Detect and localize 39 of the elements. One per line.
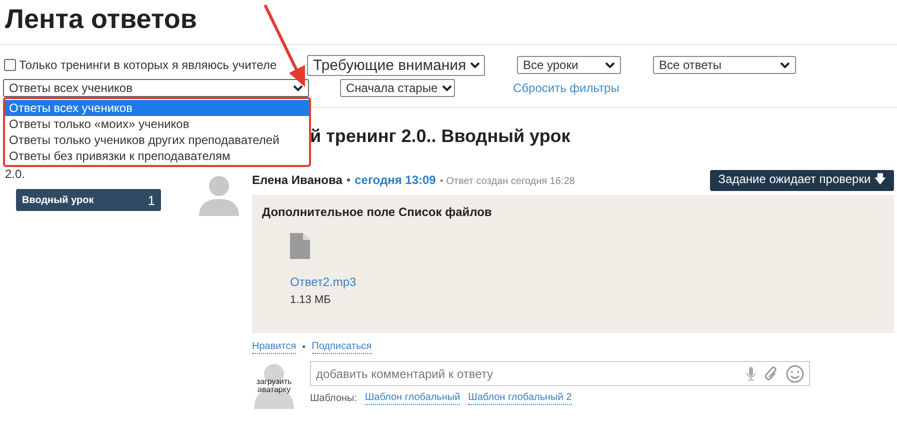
dropdown[interactable]: Сначала старые [340, 79, 455, 97]
smiley-icon[interactable] [786, 365, 804, 383]
dropdown[interactable]: Ответы всех учеников [3, 79, 309, 97]
comment-field[interactable]: добавить комментарий к ответу [310, 361, 810, 386]
caret-icon [605, 62, 615, 68]
dropdown[interactable]: Требующие внимания [307, 54, 485, 76]
dropdown-option[interactable]: Ответы всех учеников [5, 100, 309, 116]
paperclip-icon[interactable] [764, 366, 778, 382]
separator: • [346, 173, 351, 187]
lesson-heading: й тренинг 2.0.. Вводный урок [310, 125, 570, 147]
microphone-icon[interactable] [746, 367, 756, 381]
dropdown-option[interactable]: Ответы только «моих» учеников [5, 116, 309, 132]
separator: • [302, 342, 306, 353]
caret-icon [293, 84, 303, 92]
templates-label: Шаблоны: [310, 393, 358, 404]
file-link[interactable]: Ответ2.mp3 [290, 275, 356, 289]
file-size: 1.13 МБ [290, 294, 331, 306]
caret-icon [442, 84, 452, 92]
like-link[interactable]: Нравится [252, 341, 296, 354]
author-name: Елена Иванова [252, 173, 342, 187]
dropdown-option[interactable]: Ответы только учеников других преподавателей [5, 132, 309, 148]
training-caption: 2.0. [5, 167, 26, 181]
checkbox[interactable] [4, 59, 16, 71]
field-title: Дополнительное поле Список файлов [262, 205, 492, 219]
status-button[interactable]: Задание ожидает проверки 🡇 [710, 170, 894, 190]
dropdown-option[interactable]: Ответы без привязки к преподавателям [5, 148, 309, 164]
file-icon [290, 233, 310, 259]
template-link[interactable]: Шаблон глобальный 2 [468, 392, 572, 405]
created-note: • Ответ создан сегодня 16:28 [440, 176, 575, 187]
dropdown[interactable]: Все ответы [653, 56, 796, 74]
dropdown[interactable]: Все уроки [517, 56, 621, 74]
page-title: Лента ответов [4, 3, 197, 35]
sidebar-item[interactable]: Вводный урок 1 [16, 189, 161, 211]
subscribe-link[interactable]: Подписаться [312, 341, 372, 354]
checkbox-label: Только тренинги в которых я являюсь учителе [19, 58, 277, 72]
answer-time-link[interactable]: сегодня 13:09 [354, 173, 436, 187]
template-link[interactable]: Шаблон глобальный [365, 392, 460, 405]
caret-icon [780, 62, 790, 68]
caret-icon [470, 62, 480, 68]
